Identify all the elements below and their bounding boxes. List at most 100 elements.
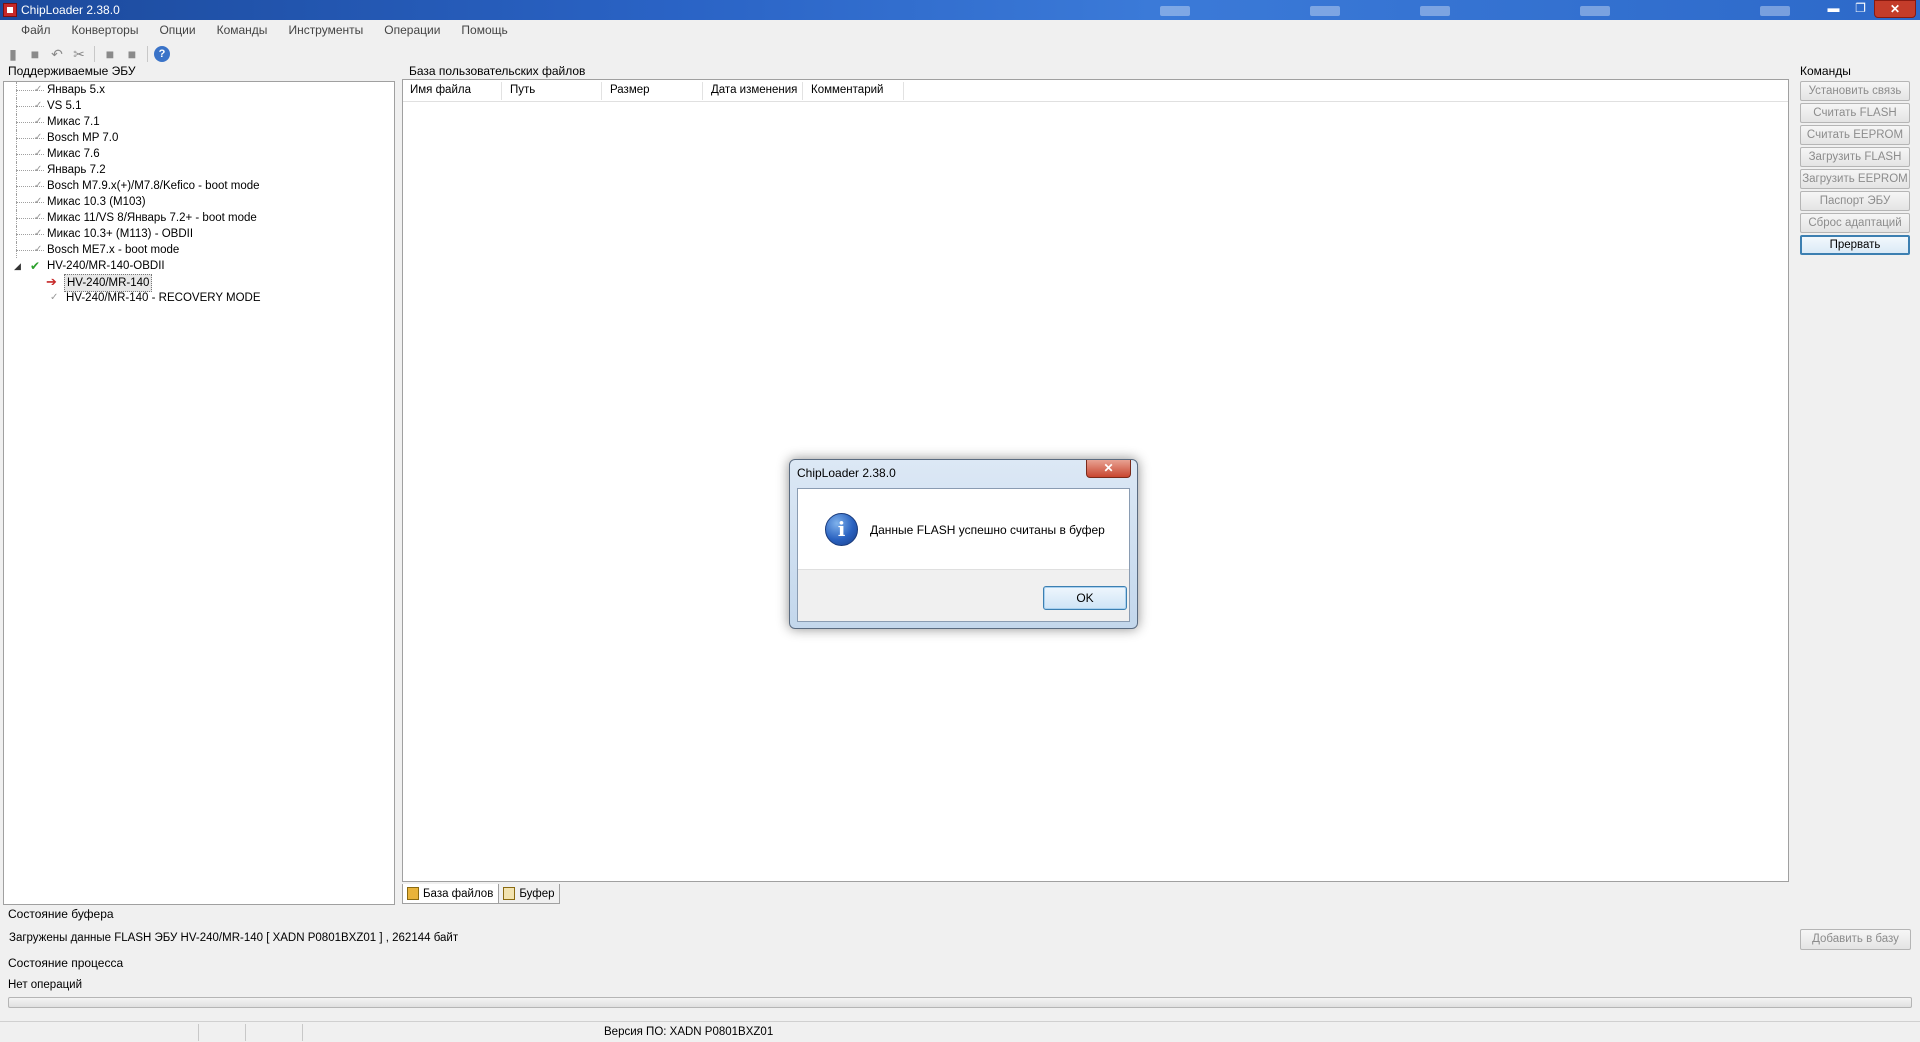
background-decoration bbox=[1760, 6, 1790, 16]
tree-item-label: Январь 7.2 bbox=[47, 164, 106, 176]
info-icon: i bbox=[825, 513, 858, 546]
write-flash-button[interactable]: Загрузить FLASH bbox=[1800, 147, 1910, 167]
column-size[interactable]: Размер bbox=[610, 84, 650, 96]
dialog-message: Данные FLASH успешно считаны в буфер bbox=[870, 523, 1105, 537]
column-separator[interactable] bbox=[802, 82, 803, 100]
menu-commands[interactable]: Команды bbox=[210, 20, 282, 42]
tree-item[interactable]: ✓ Январь 5.x bbox=[4, 82, 394, 98]
menu-options[interactable]: Опции bbox=[152, 20, 209, 42]
dialog-close-button[interactable]: ✕ bbox=[1086, 460, 1131, 478]
cut-icon[interactable]: ✂ bbox=[70, 45, 88, 63]
bookmark-icon[interactable]: ▮ bbox=[4, 45, 22, 63]
menu-help[interactable]: Помощь bbox=[454, 20, 521, 42]
collapse-arrow-icon[interactable]: ◢ bbox=[14, 258, 21, 274]
menu-bar: Файл Конверторы Опции Команды Инструмент… bbox=[0, 20, 1920, 42]
connect-button[interactable]: Установить связь bbox=[1800, 81, 1910, 101]
tree-item[interactable]: ✓ Bosch ME7.x - boot mode bbox=[4, 242, 394, 258]
files-tabs: База файлов Буфер bbox=[402, 884, 561, 904]
write-eeprom-button[interactable]: Загрузить EEPROM bbox=[1800, 169, 1910, 189]
column-separator[interactable] bbox=[601, 82, 602, 100]
firmware-version: Версия ПО: XADN P0801BXZ01 bbox=[604, 1026, 774, 1038]
save-icon[interactable]: ■ bbox=[26, 45, 44, 63]
tree-item-label: Bosch M7.9.x(+)/M7.8/Kefico - boot mode bbox=[47, 180, 260, 192]
status-bar: Версия ПО: XADN P0801BXZ01 bbox=[0, 1021, 1920, 1042]
tree-item-label: Микас 10.3 (M103) bbox=[47, 196, 146, 208]
check-icon: ✓ bbox=[34, 228, 43, 239]
check-icon: ✓ bbox=[34, 244, 43, 255]
tree-item[interactable]: ✓ Микас 11/VS 8/Январь 7.2+ - boot mode bbox=[4, 210, 394, 226]
read-flash-button[interactable]: Считать FLASH bbox=[1800, 103, 1910, 123]
ecu-passport-button[interactable]: Паспорт ЭБУ bbox=[1800, 191, 1910, 211]
ok-button[interactable]: OK bbox=[1043, 586, 1127, 610]
tree-item[interactable]: ✓ Январь 7.2 bbox=[4, 162, 394, 178]
check-icon: ✓ bbox=[50, 292, 59, 303]
menu-operations[interactable]: Операции bbox=[377, 20, 454, 42]
column-comment[interactable]: Комментарий bbox=[811, 84, 883, 96]
column-separator[interactable] bbox=[501, 82, 502, 100]
background-decoration bbox=[1160, 6, 1190, 16]
tree-item[interactable]: ✓ VS 5.1 bbox=[4, 98, 394, 114]
tree-item-label: HV-240/MR-140 - RECOVERY MODE bbox=[66, 292, 261, 304]
background-decoration bbox=[1580, 6, 1610, 16]
tab-file-database[interactable]: База файлов bbox=[402, 884, 500, 904]
check-icon: ✓ bbox=[34, 196, 43, 207]
toolbar: ▮ ■ ↶ ✂ ■ ■ ? bbox=[0, 43, 1920, 65]
tree-item[interactable]: ✓ Микас 7.6 bbox=[4, 146, 394, 162]
column-separator[interactable] bbox=[903, 82, 904, 100]
tab-label: Буфер bbox=[519, 887, 555, 900]
tree-item-label: HV-240/MR-140-OBDII bbox=[47, 260, 165, 272]
tab-buffer[interactable]: Буфер bbox=[499, 884, 561, 904]
arrow-right-icon: ➔ bbox=[46, 274, 57, 289]
toolbar-separator bbox=[147, 46, 148, 62]
title-bar: ChipLoader 2.38.0 ▬ ❐ ✕ bbox=[0, 0, 1920, 20]
tree-item[interactable]: ✓ Bosch MP 7.0 bbox=[4, 130, 394, 146]
menu-tools[interactable]: Инструменты bbox=[281, 20, 377, 42]
process-state-text: Нет операций bbox=[8, 979, 83, 991]
tree-item[interactable]: ✓ Микас 7.1 bbox=[4, 114, 394, 130]
column-separator[interactable] bbox=[702, 82, 703, 100]
tree-item-label: Bosch MP 7.0 bbox=[47, 132, 119, 144]
reset-adaptations-button[interactable]: Сброс адаптаций bbox=[1800, 213, 1910, 233]
undo-icon[interactable]: ↶ bbox=[48, 45, 66, 63]
maximize-button[interactable]: ❐ bbox=[1847, 0, 1874, 18]
process-state-label: Состояние процесса bbox=[8, 956, 124, 970]
ecu-tree[interactable]: ✓ Январь 5.x ✓ VS 5.1 ✓ Микас 7.1 ✓ Bosch MP… bbox=[3, 81, 395, 905]
tree-child[interactable]: ✓ HV-240/MR-140 - RECOVERY MODE bbox=[4, 290, 394, 306]
abort-button[interactable]: Прервать bbox=[1800, 235, 1910, 255]
buffer-state-label: Состояние буфера bbox=[8, 907, 114, 921]
check-icon: ✓ bbox=[34, 180, 43, 191]
background-decoration bbox=[1420, 6, 1450, 16]
tree-item[interactable]: ✓ Микас 10.3 (M103) bbox=[4, 194, 394, 210]
window-title: ChipLoader 2.38.0 bbox=[21, 3, 120, 17]
column-path[interactable]: Путь bbox=[510, 84, 535, 96]
status-separator bbox=[302, 1024, 303, 1041]
chip-icon[interactable]: ■ bbox=[123, 45, 141, 63]
check-icon: ✓ bbox=[34, 132, 43, 143]
close-button[interactable]: ✕ bbox=[1874, 0, 1916, 18]
buffer-icon bbox=[503, 887, 516, 900]
tree-child-selected[interactable]: ➔ HV-240/MR-140 bbox=[4, 274, 394, 292]
column-modified[interactable]: Дата изменения bbox=[711, 84, 797, 96]
tree-item[interactable]: ✓ Микас 10.3+ (M113) - OBDII bbox=[4, 226, 394, 242]
app-icon[interactable] bbox=[3, 3, 17, 17]
tree-item-label: Bosch ME7.x - boot mode bbox=[47, 244, 180, 256]
check-icon: ✓ bbox=[34, 148, 43, 159]
minimize-button[interactable]: ▬ bbox=[1820, 0, 1847, 18]
message-dialog: ChipLoader 2.38.0 ✕ i Данные FLASH успеш… bbox=[789, 459, 1138, 629]
check-icon: ✓ bbox=[34, 212, 43, 223]
add-to-database-button[interactable]: Добавить в базу bbox=[1800, 929, 1911, 950]
open-icon[interactable]: ■ bbox=[101, 45, 119, 63]
toolbar-separator bbox=[94, 46, 95, 62]
menu-converters[interactable]: Конверторы bbox=[65, 20, 153, 42]
tree-item-label: Микас 7.6 bbox=[47, 148, 100, 160]
read-eeprom-button[interactable]: Считать EEPROM bbox=[1800, 125, 1910, 145]
database-icon bbox=[407, 887, 419, 900]
menu-file[interactable]: Файл bbox=[14, 20, 65, 42]
tree-item-label: Микас 11/VS 8/Январь 7.2+ - boot mode bbox=[47, 212, 257, 224]
column-filename[interactable]: Имя файла bbox=[410, 84, 471, 96]
check-icon: ✓ bbox=[34, 116, 43, 127]
check-icon: ✓ bbox=[34, 164, 43, 175]
tree-item[interactable]: ✓ Bosch M7.9.x(+)/M7.8/Kefico - boot mode bbox=[4, 178, 394, 194]
help-icon[interactable]: ? bbox=[154, 46, 170, 62]
tree-item-expanded[interactable]: ◢ ✔ HV-240/MR-140-OBDII bbox=[4, 258, 394, 274]
